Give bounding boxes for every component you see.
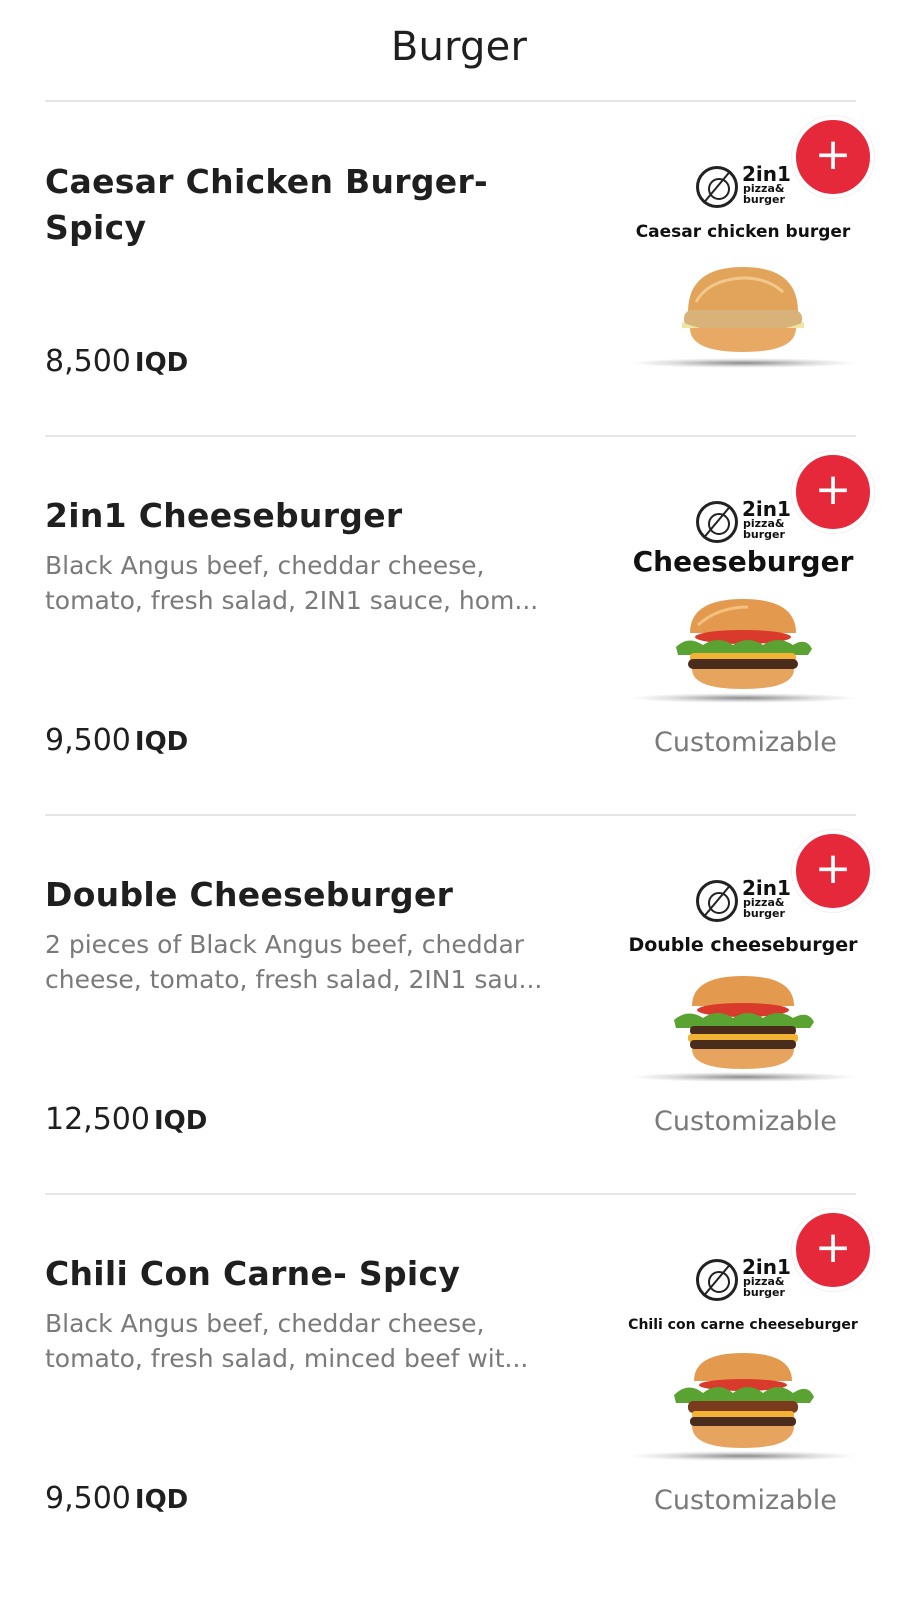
menu-item-caesar-chicken-burger[interactable]: Caesar Chicken Burger- Spicy 8,500 IQD 2i… <box>0 102 918 436</box>
plus-icon: + <box>814 129 852 180</box>
pizza-icon <box>696 880 738 922</box>
plus-icon: + <box>814 464 852 515</box>
brand-logo: 2in1 pizza& burger <box>696 876 791 924</box>
customizable-label: Customizable <box>654 727 837 758</box>
item-price: 8,500 IQD <box>45 344 189 379</box>
pizza-icon <box>696 501 738 543</box>
item-description: 2 pieces of Black Angus beef, cheddar ch… <box>45 930 543 994</box>
plus-icon: + <box>814 1222 852 1273</box>
image-caption: Double cheeseburger <box>628 934 858 956</box>
image-shadow <box>628 693 858 703</box>
image-caption: Cheeseburger <box>632 545 854 578</box>
image-caption: Chili con carne cheeseburger <box>628 1317 858 1333</box>
image-shadow <box>628 1072 858 1082</box>
add-to-cart-button[interactable]: + <box>792 116 874 198</box>
add-to-cart-button[interactable]: + <box>792 451 874 533</box>
item-price: 12,500 IQD <box>45 1102 208 1137</box>
menu-item-double-cheeseburger[interactable]: Double Cheeseburger 2 pieces of Black An… <box>0 816 918 1194</box>
image-shadow <box>628 1451 858 1461</box>
item-title: Chili Con Carne- Spicy <box>45 1254 461 1293</box>
pizza-icon <box>696 166 738 208</box>
cheeseburger-image <box>676 599 812 689</box>
item-title: Caesar Chicken Burger- Spicy <box>45 162 489 247</box>
pizza-icon <box>696 1259 738 1301</box>
image-shadow <box>628 358 858 368</box>
item-title: 2in1 Cheeseburger <box>45 496 403 535</box>
add-to-cart-button[interactable]: + <box>792 830 874 912</box>
image-caption: Caesar chicken burger <box>635 222 851 242</box>
item-description: Black Angus beef, cheddar cheese, tomato… <box>45 551 539 615</box>
page-header: Burger <box>0 0 918 102</box>
brand-logo: 2in1 pizza& burger <box>696 1255 791 1303</box>
item-price: 9,500 IQD <box>45 1481 189 1516</box>
customizable-label: Customizable <box>654 1106 837 1137</box>
brand-logo: 2in1 pizza& burger <box>696 162 791 210</box>
brand-logo: 2in1 pizza& burger <box>696 497 791 545</box>
customizable-label: Customizable <box>654 1485 837 1516</box>
add-to-cart-button[interactable]: + <box>792 1209 874 1291</box>
page-title: Burger <box>390 24 528 70</box>
item-description: Black Angus beef, cheddar cheese, tomato… <box>45 1309 529 1373</box>
menu-item-chili-con-carne[interactable]: Chili Con Carne- Spicy Black Angus beef,… <box>0 1195 918 1600</box>
menu-item-2in1-cheeseburger[interactable]: 2in1 Cheeseburger Black Angus beef, ched… <box>0 437 918 815</box>
plus-icon: + <box>814 843 852 894</box>
item-price: 9,500 IQD <box>45 723 189 758</box>
double-cheeseburger-image <box>674 976 814 1069</box>
chili-con-carne-burger-image <box>674 1353 814 1448</box>
item-title: Double Cheeseburger <box>45 875 454 914</box>
chicken-burger-image <box>682 267 804 352</box>
